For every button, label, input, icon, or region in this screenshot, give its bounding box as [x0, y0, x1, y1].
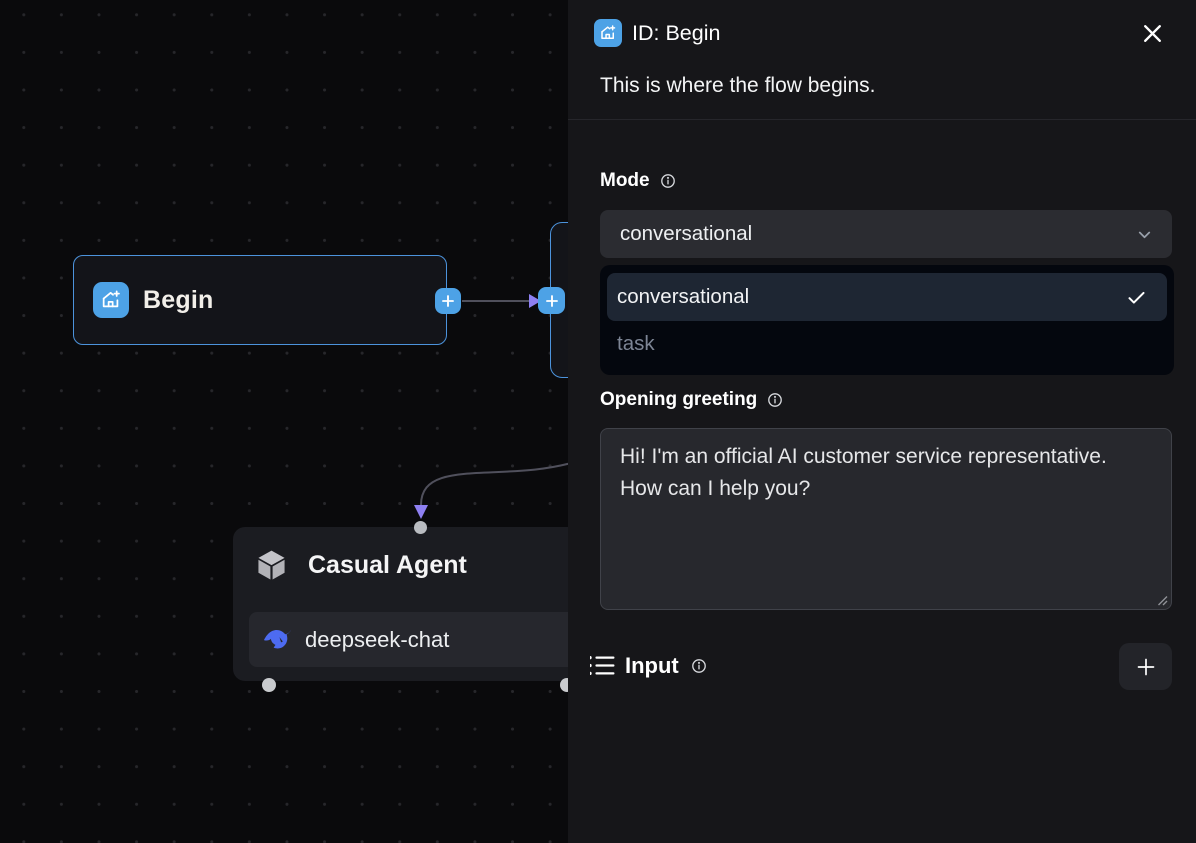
header-divider	[568, 119, 1196, 120]
edge-arrowhead-down	[414, 505, 428, 519]
mode-label: Mode	[600, 170, 650, 192]
agent-node-title: Casual Agent	[308, 551, 467, 580]
node-config-panel: ID: Begin This is where the flow begins.…	[568, 0, 1196, 843]
close-icon[interactable]	[1138, 19, 1166, 47]
dropdown-option-conversational[interactable]: conversational	[607, 273, 1167, 321]
dropdown-option-task[interactable]: task	[607, 321, 1167, 367]
agent-model-name: deepseek-chat	[305, 627, 449, 653]
input-section-label: Input	[625, 653, 679, 679]
flow-canvas[interactable]: Begin Casual Agent	[0, 0, 568, 843]
app-screen: Begin Casual Agent	[0, 0, 1196, 843]
panel-description: This is where the flow begins.	[600, 74, 875, 98]
hidden-node-target-handle-plus[interactable]	[538, 287, 565, 314]
cube-icon	[255, 548, 288, 582]
panel-title: ID: Begin	[632, 19, 720, 47]
add-input-button[interactable]	[1119, 643, 1172, 690]
opening-greeting-field: Hi! I'm an official AI customer service …	[600, 428, 1172, 610]
begin-node[interactable]: Begin	[73, 255, 447, 345]
edge-to-agent-top[interactable]	[421, 461, 568, 505]
opening-greeting-textarea[interactable]: Hi! I'm an official AI customer service …	[601, 429, 1171, 609]
flow-edges	[0, 0, 568, 843]
mode-dropdown-menu: conversational task	[600, 265, 1174, 375]
agent-model-chip[interactable]: deepseek-chat	[249, 612, 568, 667]
begin-source-handle-plus[interactable]	[435, 288, 461, 314]
info-icon[interactable]	[660, 173, 676, 189]
agent-source-handle-2[interactable]	[560, 678, 568, 692]
begin-node-label: Begin	[143, 286, 213, 315]
info-icon[interactable]	[767, 392, 783, 408]
resize-handle-icon[interactable]	[1157, 595, 1168, 606]
agent-node[interactable]: Casual Agent deepseek-chat	[233, 527, 568, 681]
list-icon	[590, 652, 617, 679]
opening-greeting-label: Opening greeting	[600, 389, 757, 411]
house-plus-icon	[93, 282, 129, 318]
agent-target-handle[interactable]	[414, 521, 427, 534]
option-label: task	[617, 332, 655, 356]
mode-select-value: conversational	[620, 222, 752, 246]
check-icon	[1126, 287, 1147, 308]
chevron-down-icon	[1135, 225, 1154, 244]
info-icon[interactable]	[691, 658, 707, 674]
mode-select[interactable]: conversational	[600, 210, 1172, 258]
agent-source-handle[interactable]	[262, 678, 276, 692]
option-label: conversational	[617, 285, 749, 309]
deepseek-whale-icon	[262, 627, 293, 652]
house-plus-icon	[594, 19, 622, 47]
plus-icon	[1134, 655, 1158, 679]
